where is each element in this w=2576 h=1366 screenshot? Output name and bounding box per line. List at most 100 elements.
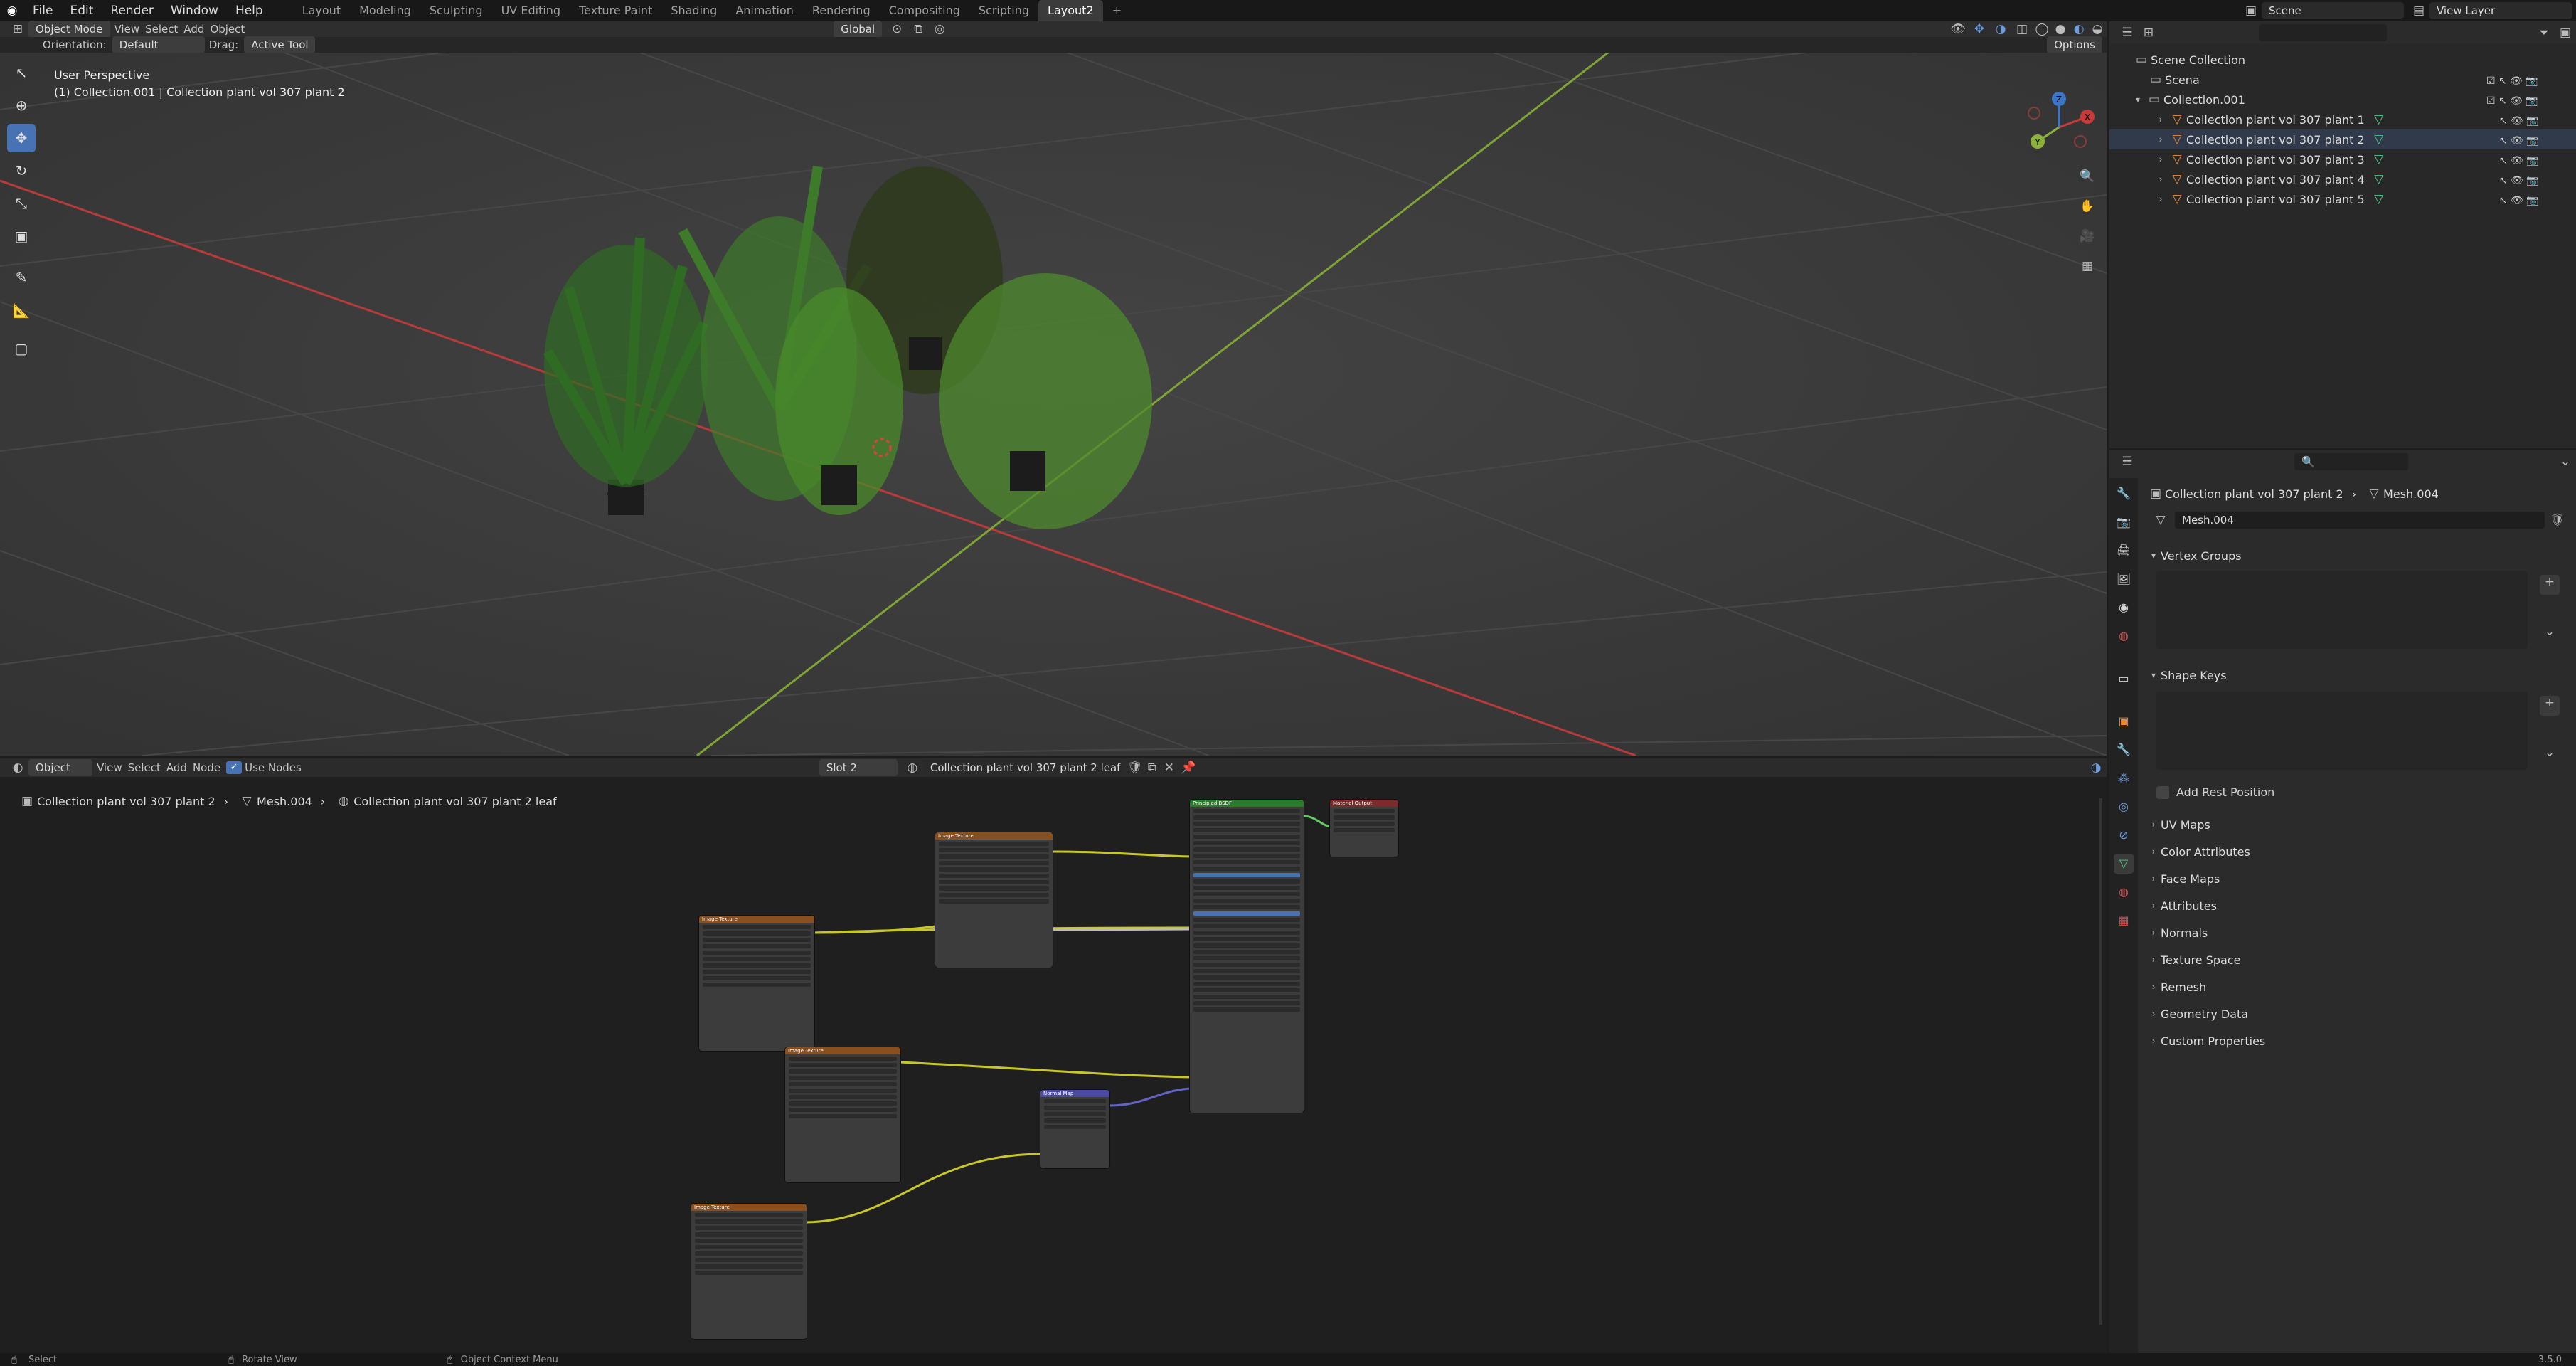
expand-chevron-icon[interactable]: › bbox=[2154, 115, 2168, 125]
visibility-icon[interactable]: 👁 bbox=[1947, 22, 1969, 36]
menu-help[interactable]: Help bbox=[227, 0, 272, 21]
shape-keys-list[interactable] bbox=[2156, 692, 2528, 770]
tab-modeling[interactable]: Modeling bbox=[350, 0, 420, 21]
node-editor-scrollbar[interactable] bbox=[2099, 798, 2102, 1325]
move-tool-icon[interactable]: ✥ bbox=[7, 124, 36, 152]
vertex-groups-panel[interactable]: ▾ Vertex Groups bbox=[2146, 544, 2566, 568]
tab-rendering[interactable]: Rendering bbox=[803, 0, 880, 21]
chevron-down-icon[interactable]: ▾ bbox=[2146, 670, 2161, 680]
panel-remesh[interactable]: › Remesh bbox=[2146, 975, 2566, 999]
expand-chevron-icon[interactable]: › bbox=[2154, 174, 2168, 184]
transform-orientation-selector[interactable]: Global bbox=[834, 21, 883, 38]
fake-user-icon[interactable]: 🛡 bbox=[2549, 513, 2566, 527]
tab-shading[interactable]: Shading bbox=[661, 0, 726, 21]
chevron-right-icon[interactable]: › bbox=[2146, 901, 2161, 911]
viewport-menu-select[interactable]: Select bbox=[145, 23, 178, 36]
scene-tab-icon[interactable]: ◉ bbox=[2114, 598, 2134, 618]
panel-color-attributes[interactable]: › Color Attributes bbox=[2146, 840, 2566, 864]
properties-editor-icon[interactable]: ☰ bbox=[2117, 455, 2138, 469]
object-tab-icon[interactable]: ▣ bbox=[2114, 711, 2134, 731]
blender-logo-icon[interactable]: ◉ bbox=[0, 4, 24, 18]
annotate-tool-icon[interactable]: ✎ bbox=[7, 263, 36, 292]
select-box-tool-icon[interactable]: ↖ bbox=[7, 58, 36, 87]
rotate-tool-icon[interactable]: ↻ bbox=[7, 157, 36, 185]
outliner-editor-icon[interactable]: ☰ bbox=[2117, 26, 2138, 40]
chevron-right-icon[interactable]: › bbox=[2146, 1036, 2161, 1046]
principled-bsdf-node[interactable]: Principled BSDF bbox=[1190, 800, 1304, 1113]
properties-search-input[interactable]: 🔍 bbox=[2294, 453, 2408, 470]
use-nodes-label[interactable]: Use Nodes bbox=[245, 761, 302, 774]
chevron-right-icon[interactable]: › bbox=[2146, 1009, 2161, 1019]
panel-face-maps[interactable]: › Face Maps bbox=[2146, 867, 2566, 891]
gizmo-toggle-icon[interactable]: ✥ bbox=[1969, 22, 1990, 36]
3d-viewport[interactable]: User Perspective (1) Collection.001 | Co… bbox=[0, 53, 2107, 756]
vertex-group-menu-icon[interactable]: ⌄ bbox=[2540, 625, 2560, 639]
material-name-field[interactable]: Collection plant vol 307 plant 2 leaf bbox=[922, 759, 1122, 776]
cursor-tool-icon[interactable]: ⊕ bbox=[7, 91, 36, 120]
viewport-menu-view[interactable]: View bbox=[115, 23, 140, 36]
node-menu-select[interactable]: Select bbox=[128, 761, 161, 774]
options-button[interactable]: Options bbox=[2047, 36, 2102, 53]
chevron-right-icon[interactable]: › bbox=[2146, 928, 2161, 938]
chevron-right-icon[interactable]: › bbox=[2146, 820, 2161, 830]
chevron-right-icon[interactable]: › bbox=[2146, 955, 2161, 965]
slot-selector[interactable]: Slot 2 bbox=[819, 759, 898, 776]
node-shader-type-selector[interactable]: Object bbox=[28, 759, 92, 776]
outliner-search-input[interactable] bbox=[2259, 24, 2387, 41]
constraints-tab-icon[interactable]: ⊘ bbox=[2114, 825, 2134, 845]
mesh-name-field[interactable]: Mesh.004 bbox=[2175, 512, 2545, 529]
normal-map-node[interactable]: Normal Map bbox=[1040, 1090, 1109, 1168]
tab-uv-editing[interactable]: UV Editing bbox=[492, 0, 570, 21]
chevron-right-icon[interactable]: › bbox=[2146, 847, 2161, 857]
zoom-icon[interactable]: 🔍 bbox=[2077, 169, 2098, 184]
material-shading-icon[interactable]: ◐ bbox=[2070, 22, 2088, 36]
tab-compositing[interactable]: Compositing bbox=[880, 0, 969, 21]
image-texture-node-1[interactable]: Image Texture bbox=[935, 832, 1053, 968]
unlink-material-icon[interactable]: ✕ bbox=[1161, 761, 1178, 775]
material-tab-icon[interactable]: ◍ bbox=[2114, 882, 2134, 902]
editor-type-icon[interactable]: ⊞ bbox=[7, 22, 28, 36]
tool-tab-icon[interactable]: 🔧 bbox=[2114, 484, 2134, 504]
shape-keys-panel[interactable]: ▾ Shape Keys bbox=[2146, 663, 2566, 687]
expand-chevron-icon[interactable]: › bbox=[2154, 154, 2168, 164]
navigation-gizmo[interactable]: X Z Y bbox=[2020, 88, 2098, 166]
tab-animation[interactable]: Animation bbox=[726, 0, 803, 21]
node-editor[interactable]: ▣ Collection plant vol 307 plant 2 › ▽ M… bbox=[0, 777, 2107, 1353]
view-layer-selector[interactable]: View Layer bbox=[2429, 2, 2572, 19]
vertex-groups-list[interactable] bbox=[2156, 571, 2528, 649]
tab-layout2[interactable]: Layout2 bbox=[1038, 0, 1103, 21]
tab-layout[interactable]: Layout bbox=[293, 0, 350, 21]
material-output-node[interactable]: Material Output bbox=[1330, 800, 1398, 857]
node-menu-view[interactable]: View bbox=[97, 761, 122, 774]
ortho-toggle-icon[interactable]: ▦ bbox=[2077, 259, 2098, 273]
duplicate-material-icon[interactable]: ⧉ bbox=[1144, 761, 1161, 775]
menu-window[interactable]: Window bbox=[162, 0, 227, 21]
scale-tool-icon[interactable]: ⤡ bbox=[7, 189, 36, 218]
expand-chevron-icon[interactable]: ▾ bbox=[2131, 95, 2145, 105]
mesh-icon[interactable]: ▽ bbox=[2146, 513, 2175, 527]
node-overlay-icon[interactable]: ◑ bbox=[2085, 761, 2107, 775]
add-rest-position-checkbox[interactable]: Add Rest Position bbox=[2156, 785, 2274, 799]
measure-tool-icon[interactable]: 📐 bbox=[7, 296, 36, 324]
plant-5[interactable] bbox=[939, 273, 1152, 529]
overlay-toggle-icon[interactable]: ◑ bbox=[1990, 22, 2011, 36]
tab-sculpting[interactable]: Sculpting bbox=[420, 0, 492, 21]
orientation-selector[interactable]: Default bbox=[112, 36, 205, 53]
chevron-down-icon[interactable]: ▾ bbox=[2146, 551, 2161, 561]
tab-scripting[interactable]: Scripting bbox=[969, 0, 1038, 21]
viewport-menu-object[interactable]: Object bbox=[210, 23, 245, 36]
output-tab-icon[interactable]: 🖨 bbox=[2114, 541, 2134, 561]
panel-custom-properties[interactable]: › Custom Properties bbox=[2146, 1029, 2566, 1053]
outliner-scene-collection[interactable]: ▭ Scene Collection bbox=[2109, 50, 2576, 70]
fake-user-icon[interactable]: 🛡 bbox=[1127, 761, 1144, 775]
scene-selector[interactable]: Scene bbox=[2262, 2, 2404, 19]
panel-uv-maps[interactable]: › UV Maps bbox=[2146, 812, 2566, 837]
world-tab-icon[interactable]: ◍ bbox=[2114, 626, 2134, 646]
particles-tab-icon[interactable]: ⁂ bbox=[2114, 768, 2134, 788]
add-cube-tool-icon[interactable]: ▢ bbox=[7, 334, 36, 363]
physics-tab-icon[interactable]: ◎ bbox=[2114, 797, 2134, 817]
chevron-right-icon[interactable]: › bbox=[2146, 874, 2161, 884]
chevron-right-icon[interactable]: › bbox=[2146, 982, 2161, 992]
wireframe-shading-icon[interactable]: ◯ bbox=[2033, 22, 2051, 36]
snap-icon[interactable]: ⧉ bbox=[908, 22, 929, 36]
